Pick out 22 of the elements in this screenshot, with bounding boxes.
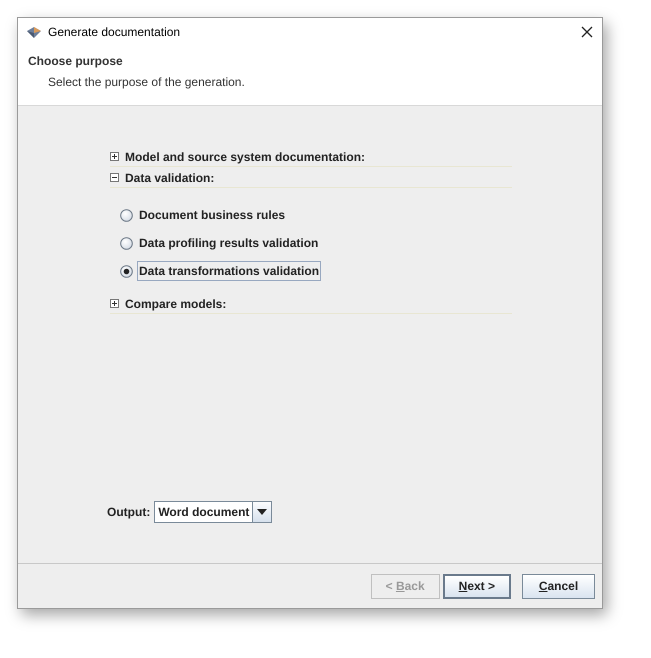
radio-label[interactable]: Data transformations validation <box>137 261 322 281</box>
close-icon[interactable] <box>580 25 594 39</box>
dropdown-arrow-icon <box>257 509 268 515</box>
radio-button[interactable] <box>120 236 133 250</box>
radio-button[interactable] <box>120 264 133 278</box>
section-header[interactable]: Model and source system documentation: <box>125 150 366 164</box>
output-dropdown[interactable]: Word document <box>154 501 272 523</box>
collapse-icon[interactable] <box>110 173 119 182</box>
radio-label[interactable]: Data profiling results validation <box>137 233 320 253</box>
window-title: Generate documentation <box>48 25 182 39</box>
radio-button[interactable] <box>120 208 133 222</box>
section-header[interactable]: Compare models: <box>125 296 226 310</box>
expand-icon[interactable] <box>110 299 119 308</box>
app-logo-icon <box>26 25 42 39</box>
radio-label[interactable]: Document business rules <box>137 205 288 225</box>
output-label: Output: <box>107 505 150 519</box>
dialog-button[interactable]: Cancel <box>522 574 595 598</box>
expand-icon[interactable] <box>110 152 119 161</box>
dialog-button[interactable]: Next > <box>442 574 511 598</box>
section-header[interactable]: Data validation: <box>125 170 214 184</box>
page-title: Choose purpose <box>28 54 124 68</box>
page-subtitle: Select the purpose of the generation. <box>48 75 246 89</box>
